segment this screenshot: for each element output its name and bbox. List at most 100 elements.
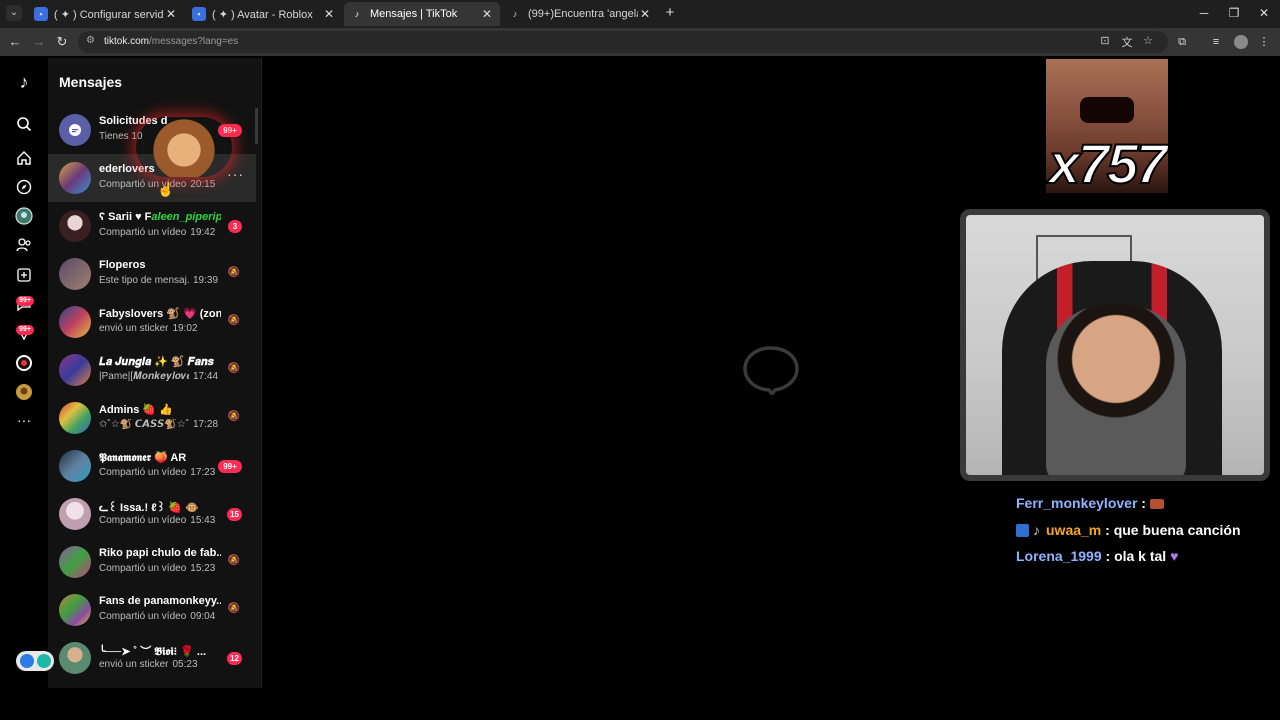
conversation-row[interactable]: Floperos Este tipo de mensaj...19:39 🔕 — [48, 250, 256, 298]
close-icon[interactable]: ✕ — [322, 7, 336, 21]
avatar — [59, 642, 91, 674]
translate-icon[interactable]: 文 — [1119, 34, 1135, 50]
mute-bell-icon: 🔕 — [227, 267, 240, 278]
tiktok-icon: ♪ — [512, 9, 518, 19]
conversation-preview: Compartió un vídeo 17:23 — [99, 467, 216, 478]
chat-line: Ferr_monkeylover : — [1016, 490, 1241, 517]
site-info-icon[interactable]: ⚙ — [86, 35, 95, 46]
unread-badge: 3 — [228, 220, 242, 233]
conversation-name: 𝑳𝒂 𝑱𝒖𝒏𝒈𝒍𝒂 ✨ 🐒 𝑭𝒂𝒏𝒔 — [99, 356, 214, 368]
following-avatar-icon[interactable] — [14, 206, 34, 226]
browser-tab[interactable]: ♪ (99+)Encuentra 'angelavid' en T ✕ — [502, 2, 658, 26]
mute-bell-icon: 🔕 — [227, 315, 240, 326]
search-icon[interactable] — [14, 114, 34, 134]
avatar — [59, 546, 91, 578]
maximize-icon[interactable]: ❐ — [1226, 6, 1242, 20]
roblox-icon: ▪ — [34, 7, 48, 21]
conversation-name: Admins 🍓 👍 — [99, 404, 173, 416]
tab-title: ( ✦ ) Avatar - Roblox — [212, 8, 313, 21]
tab-title: ( ✦ ) Configurar servidor privad — [54, 8, 164, 21]
profile-avatar[interactable] — [1234, 35, 1248, 49]
close-icon[interactable]: ✕ — [164, 7, 178, 21]
hand-cursor-icon: ☝ — [157, 181, 175, 197]
browser-toolbar: ← → ↻ ⚙ tiktok.com/messages?lang=es ⊡ 文 … — [0, 28, 1280, 56]
mute-bell-icon: 🔕 — [227, 603, 240, 614]
unread-badge: 12 — [227, 652, 242, 665]
tiktok-logo-icon[interactable]: ♪ — [14, 72, 34, 92]
forward-icon[interactable]: → — [31, 34, 47, 50]
tab-title: (99+)Encuentra 'angelavid' en T — [528, 8, 638, 20]
avatar — [59, 498, 91, 530]
more-options-icon[interactable]: ··· — [227, 166, 244, 182]
download-app-pill[interactable] — [16, 651, 54, 671]
avatar — [59, 210, 91, 242]
page-title: Mensajes — [59, 74, 123, 90]
close-icon[interactable]: ✕ — [638, 7, 652, 21]
conversation-row[interactable]: ʕ Sarii ♥ Faleen_piperip3 Compartió un v… — [48, 202, 256, 250]
url-text: tiktok.com/messages?lang=es — [104, 36, 239, 47]
conversation-row[interactable]: Riko papi chulo de fab... Compartió un v… — [48, 538, 256, 586]
window-close-icon[interactable]: ✕ — [1256, 6, 1272, 20]
meme-counter-text: x757 — [1048, 131, 1168, 193]
conversation-preview: Compartió un vídeo 09:04 — [99, 611, 216, 622]
explore-icon[interactable] — [14, 177, 34, 197]
install-app-icon[interactable]: ⊡ — [1097, 34, 1113, 47]
stream-chat-overlay: Ferr_monkeylover : ♪ uwaa_m : que buena c… — [1016, 490, 1241, 570]
mute-bell-icon: 🔕 — [227, 363, 240, 374]
roblox-icon: ▪ — [192, 7, 206, 21]
browser-tab[interactable]: ▪ ( ✦ ) Configurar servidor privad ✕ — [28, 2, 184, 26]
conversation-row[interactable]: 𝕻𝖆𝖓𝖆𝖒𝖔𝖓𝖊𝖗 🍑 AR Compartió un vídeo 17:23 9… — [48, 442, 256, 490]
conversation-name: ╰──➤ ˚ ︶ 𝕭𝖎𝖔𝖎⁝ 🌹 ... — [99, 646, 207, 658]
avatar — [59, 258, 91, 290]
conversation-preview: |Pame|[𝑴𝒐𝒏𝒌𝒆𝒚𝒍𝒐𝒗𝒆...17:44 — [99, 371, 219, 382]
conversation-preview: ✩˚☆🐒 𝘾𝘼𝙎𝙎🐒☆˚...17:28 — [99, 419, 219, 430]
messages-badge: 99+ — [16, 325, 34, 335]
chat-line: ♪ uwaa_m : que buena canción — [1016, 517, 1241, 544]
conversation-preview: Compartió un vídeo 15:23 — [99, 563, 216, 574]
home-icon[interactable] — [14, 148, 34, 168]
media-controls-icon[interactable]: ≡ — [1208, 34, 1224, 50]
tab-search-button[interactable]: ⌄ — [6, 5, 22, 21]
live-icon[interactable] — [14, 353, 34, 373]
conversation-row[interactable]: Fabyslovers 🐒 💗 (zon... envió un sticker… — [48, 298, 256, 346]
more-icon[interactable]: ··· — [14, 410, 34, 430]
upload-icon[interactable] — [14, 265, 34, 285]
browser-menu-icon[interactable]: ⋮ — [1256, 34, 1272, 50]
back-icon[interactable]: ← — [7, 34, 23, 50]
conversation-row[interactable]: ᓚ꒰ Issa.! ℓ꒱ 🍓 🐵 Compartió un vídeo 15:43… — [48, 490, 256, 538]
badge-icon — [1016, 524, 1029, 538]
conversation-preview: envió un sticker 19:02 — [99, 323, 198, 334]
emote-icon — [1149, 499, 1164, 510]
conversation-name: Fabyslovers 🐒 💗 (zon... — [99, 308, 221, 320]
conversation-row[interactable]: 𝑳𝒂 𝑱𝒖𝒏𝒈𝒍𝒂 ✨ 🐒 𝑭𝒂𝒏𝒔 |Pame|[𝑴𝒐𝒏𝒌𝒆𝒚𝒍𝒐𝒗𝒆...1… — [48, 346, 256, 394]
extensions-icon[interactable]: ⧉ — [1174, 34, 1190, 50]
heart-icon: ♥ — [1170, 548, 1179, 564]
avatar — [59, 402, 91, 434]
conversation-row[interactable]: ╰──➤ ˚ ︶ 𝕭𝖎𝖔𝖎⁝ 🌹 ... envió un sticker 05:… — [48, 634, 256, 682]
bookmark-star-icon[interactable]: ☆ — [1140, 34, 1156, 47]
unread-badge: 99+ — [218, 460, 242, 473]
reload-icon[interactable]: ↻ — [54, 34, 70, 50]
close-icon[interactable]: ✕ — [480, 7, 494, 21]
friends-icon[interactable] — [14, 235, 34, 255]
browser-tab-active[interactable]: ♪ Mensajes | TikTok ✕ — [344, 2, 500, 26]
conversation-preview: Compartió un vídeo 15:43 — [99, 515, 216, 526]
conversation-name: Fans de panamonkeyy... — [99, 595, 221, 607]
minimize-icon[interactable]: ─ — [1196, 6, 1212, 20]
requests-icon — [59, 114, 91, 146]
profile-icon[interactable] — [14, 382, 34, 402]
address-bar[interactable]: ⚙ tiktok.com/messages?lang=es ⊡ 文 ☆ — [78, 31, 1168, 53]
tab-title: Mensajes | TikTok — [370, 8, 458, 20]
activity-badge: 99+ — [16, 296, 34, 306]
browser-tab-strip: ⌄ ▪ ( ✦ ) Configurar servidor privad ✕ ▪… — [0, 0, 1280, 28]
meme-overlay: x757 — [1046, 59, 1168, 193]
new-tab-button[interactable]: + — [662, 5, 678, 21]
conversation-preview: Compartió un vídeo 19:42 — [99, 227, 216, 238]
chat-line: Lorena_1999 : ola k tal ♥ — [1016, 548, 1179, 564]
avatar — [59, 162, 91, 194]
conversation-row[interactable]: Fans de panamonkeyy... Compartió un víde… — [48, 586, 256, 634]
conversation-row[interactable]: Admins 🍓 👍 ✩˚☆🐒 𝘾𝘼𝙎𝙎🐒☆˚...17:28 🔕 — [48, 394, 256, 442]
unread-badge: 15 — [227, 508, 242, 521]
browser-tab[interactable]: ▪ ( ✦ ) Avatar - Roblox ✕ — [186, 2, 342, 26]
mute-bell-icon: 🔕 — [227, 411, 240, 422]
